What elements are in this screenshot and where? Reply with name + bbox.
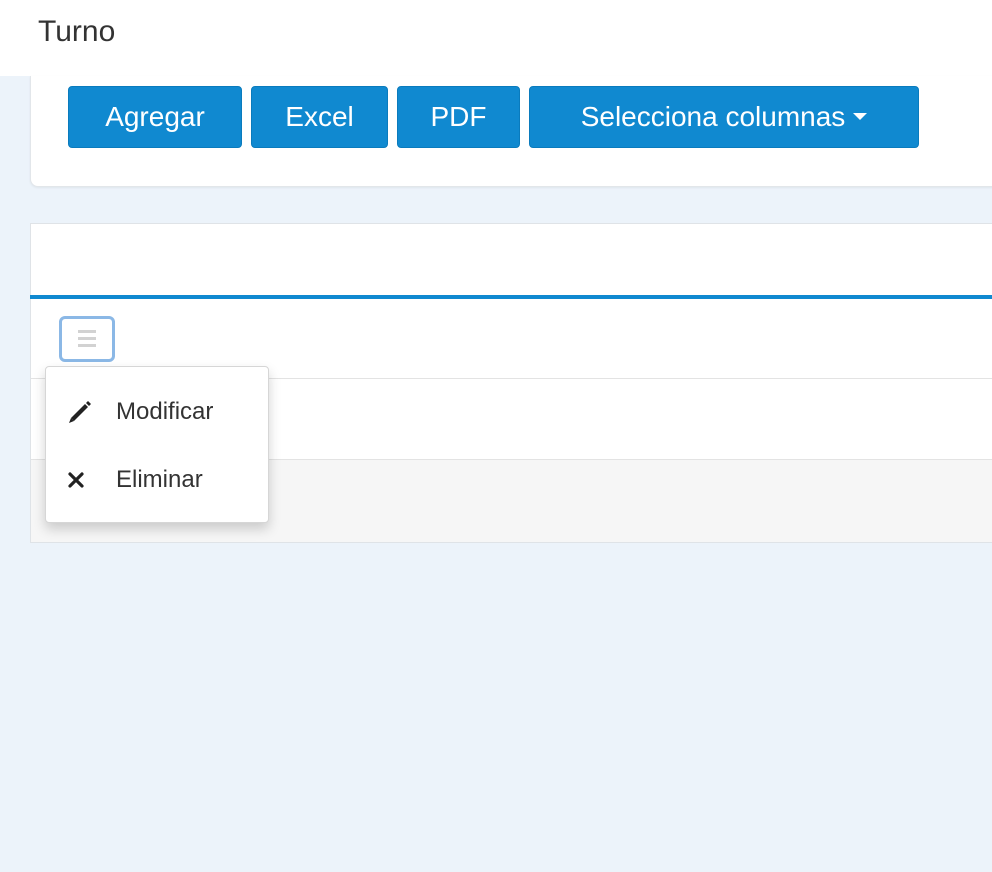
close-icon	[68, 472, 84, 488]
add-button[interactable]: Agregar	[68, 86, 242, 148]
table-header-divider	[30, 295, 992, 299]
select-columns-label: Selecciona columnas	[580, 101, 846, 132]
pencil-icon	[69, 401, 91, 423]
hamburger-icon-bar	[78, 337, 96, 340]
menu-item-delete[interactable]: Eliminar	[46, 452, 268, 508]
menu-item-label: Modificar	[116, 398, 214, 425]
caret-down-icon	[853, 113, 868, 121]
row-actions-dropdown: Modificar Eliminar	[45, 366, 269, 523]
excel-export-button[interactable]: Excel	[251, 86, 388, 148]
header-bar	[0, 0, 992, 76]
row-actions-menu-button[interactable]	[59, 316, 115, 362]
hamburger-icon	[78, 330, 96, 333]
menu-item-modify[interactable]: Modificar	[46, 384, 268, 440]
page-title: Turno	[38, 15, 116, 48]
pdf-export-button[interactable]: PDF	[397, 86, 520, 148]
select-columns-dropdown-button[interactable]: Selecciona columnas	[529, 86, 919, 148]
menu-item-label: Eliminar	[116, 466, 203, 493]
hamburger-icon-bar	[78, 344, 96, 347]
